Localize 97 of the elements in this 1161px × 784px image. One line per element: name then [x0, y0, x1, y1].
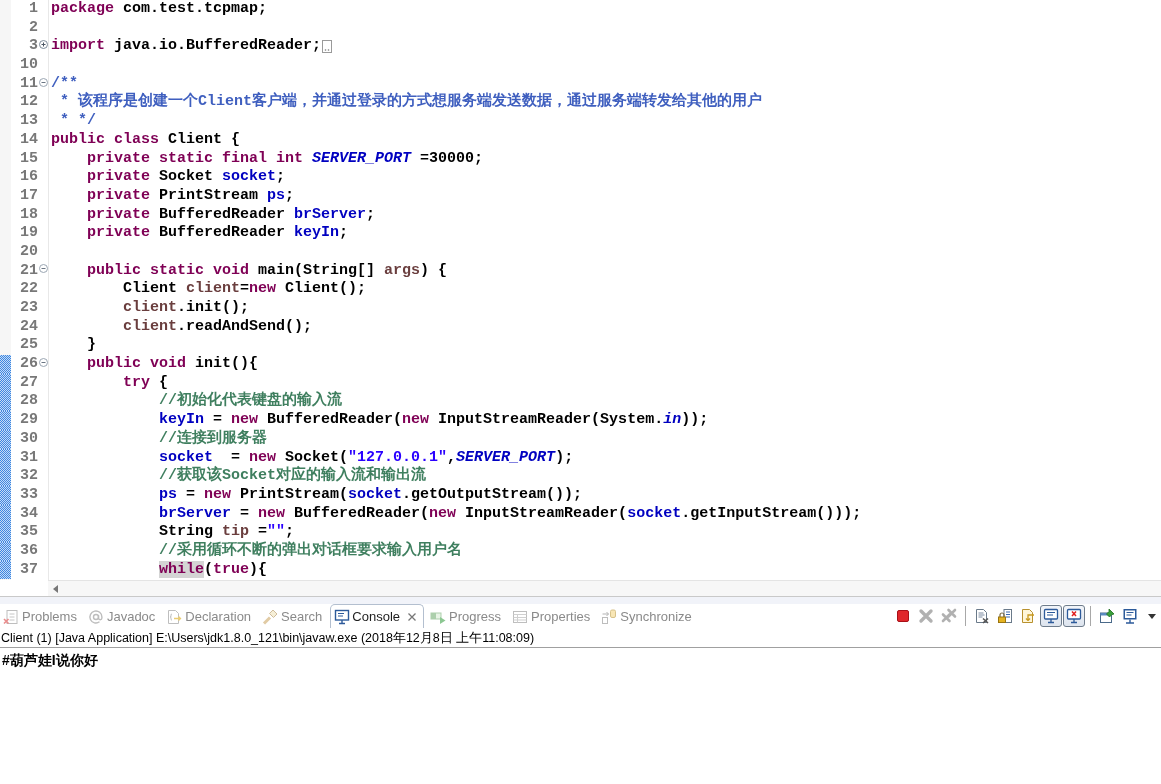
line-number: 21: [20, 261, 38, 281]
code-line: Client client=new Client();: [123, 280, 367, 299]
code-line: private Socket socket;: [87, 168, 286, 187]
console-output-line: #葫芦娃I说你好: [2, 652, 98, 668]
line-number: 1: [29, 0, 38, 19]
monitor-icon: [334, 608, 351, 625]
code-line: String tip ="";: [159, 523, 295, 541]
line-number: 10: [20, 56, 38, 75]
line-number: 25: [20, 336, 38, 356]
code-line: try {: [123, 373, 169, 393]
line-number: 36: [20, 541, 38, 561]
code-line: private static final int SERVER_PORT =30000;: [87, 149, 484, 169]
code-line: //初始化代表键盘的输入流: [159, 392, 342, 412]
view-tab[interactable]: Search: [259, 604, 328, 628]
code-line: brServer = new BufferedReader(new InputStreamReader(socket.getInputStream()));: [159, 504, 862, 524]
close-icon[interactable]: [407, 611, 417, 622]
code-line: //连接到服务器: [159, 429, 267, 449]
code-line: client.init();: [123, 299, 250, 318]
flashlight-icon: [262, 608, 279, 625]
show-on-error-button[interactable]: [1063, 605, 1085, 627]
list-error-icon: [3, 608, 19, 625]
view-tab[interactable]: Console: [330, 604, 424, 628]
line-number: 11: [20, 74, 38, 94]
monitor-icon: [1122, 608, 1138, 624]
line-number: 16: [20, 168, 38, 187]
window-pin-icon: [1099, 608, 1115, 624]
line-number: 12: [20, 93, 38, 113]
line-number: 29: [20, 411, 38, 430]
line-number: 17: [20, 186, 38, 206]
line-number: 19: [20, 224, 38, 243]
line-number: 26: [20, 355, 38, 374]
view-tab[interactable]: Problems: [0, 604, 82, 628]
code-line: public static void main(String[] args) {: [87, 261, 448, 281]
line-number: 35: [20, 523, 38, 542]
line-number: 14: [20, 130, 38, 150]
show-on-output-button[interactable]: [1040, 605, 1062, 627]
folded-code-icon[interactable]: [322, 40, 333, 54]
caret-icon[interactable]: [1148, 613, 1156, 619]
sync-icon: [601, 608, 618, 625]
code-line: * 该程序是创建一个Client客户端，并通过登录的方式想服务端发送数据，通过服务端转发给其他的用户: [59, 93, 762, 113]
line-number: 37: [20, 560, 38, 580]
arrow-left-icon[interactable]: [53, 584, 58, 593]
code-line: while(true){: [159, 560, 268, 580]
code-line: //获取该Socket对应的输入流和输出流: [159, 467, 426, 486]
code-line: client.readAndSend();: [123, 317, 313, 337]
line-number: 28: [20, 392, 38, 412]
code-line: public class Client {: [51, 130, 241, 150]
horizontal-scrollbar[interactable]: [48, 580, 1161, 596]
code-line: /**: [51, 74, 78, 92]
monitor-x-icon: [1066, 608, 1082, 624]
line-number: 2: [29, 18, 38, 38]
launch-info: Client (1) [Java Application] E:\Users\jdk1.8.0_121\bin\javaw.exe (2018年12月8日 上午11:08:09): [0, 628, 1161, 648]
collapse-minus-icon[interactable]: [39, 77, 48, 87]
table-icon: [512, 608, 529, 625]
line-number: 32: [20, 467, 38, 486]
line-number: 23: [20, 299, 38, 318]
line-number: 13: [20, 112, 38, 131]
code-line: public void init(){: [87, 355, 259, 374]
view-tab[interactable]: Javadoc: [84, 604, 161, 628]
x-icon: [918, 608, 934, 624]
document-icon: [166, 608, 183, 625]
code-line: }: [87, 336, 96, 356]
code-line: package com.test.tcpmap;: [51, 0, 268, 19]
code-line: socket = new Socket("127.0.0.1",SERVER_PORT);: [159, 448, 574, 466]
line-number: 18: [20, 205, 38, 225]
line-number: 31: [20, 448, 38, 468]
line-number: 20: [20, 242, 38, 262]
view-tab[interactable]: Declaration: [163, 604, 257, 628]
line-number: 27: [20, 373, 38, 393]
code-line: ps = new PrintStream(socket.getOutputStream());: [159, 485, 583, 505]
view-tab[interactable]: Properties: [509, 604, 596, 628]
line-number: 30: [20, 429, 38, 449]
code-line: private BufferedReader brServer;: [87, 205, 376, 225]
document-arrow-icon: [1020, 608, 1036, 624]
stop-square-icon: [895, 608, 911, 624]
line-number: 22: [20, 280, 38, 299]
at-sign-icon: [87, 608, 104, 625]
expand-plus-icon[interactable]: [39, 40, 48, 50]
code-line: * */: [59, 112, 96, 131]
line-number: 24: [20, 317, 38, 337]
monitor-icon: [1043, 608, 1059, 624]
line-number: 3: [29, 37, 38, 57]
code-line: private PrintStream ps;: [87, 186, 295, 206]
collapse-minus-icon[interactable]: [39, 357, 48, 367]
code-line: import java.io.BufferedReader;: [51, 37, 322, 57]
document-x-icon: [974, 608, 990, 624]
line-number: 34: [20, 504, 38, 524]
collapse-minus-icon[interactable]: [39, 264, 48, 274]
view-tab[interactable]: Synchronize: [598, 604, 697, 628]
line-number: 33: [20, 485, 38, 505]
double-x-icon: [941, 608, 957, 624]
view-tab[interactable]: Progress: [427, 604, 507, 628]
code-line: //采用循环不断的弹出对话框要求输入用户名: [159, 541, 462, 561]
lock-document-icon: [997, 608, 1013, 624]
code-line: keyIn = new BufferedReader(new InputStreamReader(System.in));: [159, 411, 709, 429]
line-number: 15: [20, 149, 38, 169]
code-line: private BufferedReader keyIn;: [87, 224, 349, 243]
